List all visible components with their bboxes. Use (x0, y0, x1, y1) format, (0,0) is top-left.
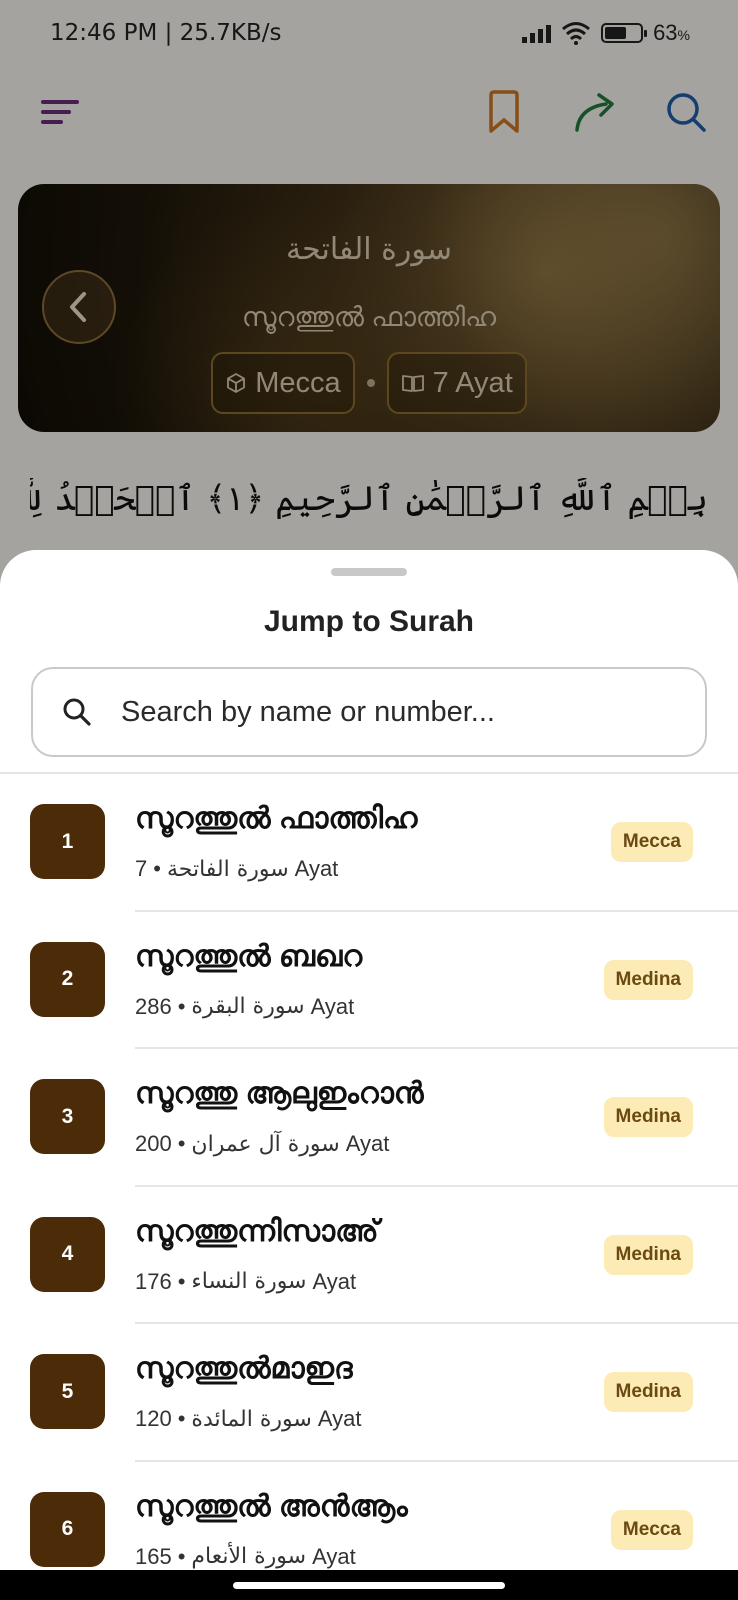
surah-name: സൂറത്തു ആലുഇംറാൻ (135, 1077, 424, 1110)
surah-row-1[interactable]: 1 സൂറത്തുൽ ഫാത്തിഹ 7 • سورة الفاتحة Ayat Me… (0, 774, 738, 912)
revelation-badge: Mecca (610, 822, 693, 862)
surah-name: സൂറത്തുന്നിസാഅ് (135, 1214, 379, 1248)
surah-row-5[interactable]: 5 സൂറത്തുൽമാഇദ 120 • سورة المائدة Ayat Medi… (0, 1324, 738, 1462)
surah-meta: 165 • سورة الأنعام Ayat (135, 1543, 356, 1570)
surah-number: 6 (30, 1491, 105, 1567)
surah-meta: 200 • سورة آل عمران Ayat (135, 1131, 390, 1157)
surah-number: 2 (30, 941, 105, 1017)
jump-to-surah-sheet: Jump to Surah 1 സൂറത്തുൽ ഫാത്തിഹ 7•سورة … (0, 550, 738, 1600)
revelation-badge: Medina (603, 1097, 693, 1137)
surah-meta: 176 • سورة النساء Ayat (135, 1268, 357, 1295)
surah-name: സൂറത്തുൽ അൻആം (135, 1489, 408, 1523)
search-icon (33, 697, 121, 727)
surah-meta: 7 • سورة الفاتحة Ayat (135, 856, 339, 882)
surah-meta: 286 • سورة البقرة Ayat (135, 993, 355, 1020)
surah-row-3[interactable]: 3 സൂറത്തു ആലുഇംറാൻ 200 • سورة آل عمران Ayat… (0, 1049, 738, 1187)
surah-row-4[interactable]: 4 സൂറത്തുന്നിസാഅ് 176 • سورة النساء Ayat Me… (0, 1187, 738, 1324)
drag-handle[interactable] (331, 568, 407, 576)
revelation-badge: Medina (603, 1234, 693, 1275)
home-gesture-bar[interactable] (233, 1582, 505, 1589)
surah-name: സൂറത്തുൽ ബഖറ (135, 939, 363, 973)
surah-row-2[interactable]: 2 സൂറത്തുൽ ബഖറ 286 • سورة البقرة Ayat Medin… (0, 912, 738, 1049)
surah-list: 1 സൂറത്തുൽ ഫാത്തിഹ 7 • سورة الفاتحة Ayat Me… (0, 774, 738, 1599)
search-input[interactable] (121, 695, 681, 729)
revelation-badge: Medina (603, 959, 693, 1000)
search-field[interactable] (31, 667, 707, 757)
sheet-title: Jump to Surah (263, 605, 474, 638)
surah-number: 3 (30, 1079, 105, 1154)
surah-number: 5 (30, 1354, 105, 1429)
system-nav-bar (0, 1570, 738, 1600)
surah-name: സൂറത്തുൽ ഫാത്തിഹ (135, 802, 418, 835)
surah-number: 1 (30, 804, 105, 879)
surah-number: 4 (30, 1216, 105, 1292)
screen: 12:46 PM | 25.7KB/s 63% سورة الفاتحة സൂറ… (0, 0, 738, 1600)
revelation-badge: Medina (603, 1372, 693, 1412)
revelation-badge: Mecca (610, 1509, 693, 1550)
surah-meta: 120 • سورة المائدة Ayat (135, 1406, 362, 1432)
surah-name: സൂറത്തുൽമാഇദ (135, 1352, 353, 1385)
